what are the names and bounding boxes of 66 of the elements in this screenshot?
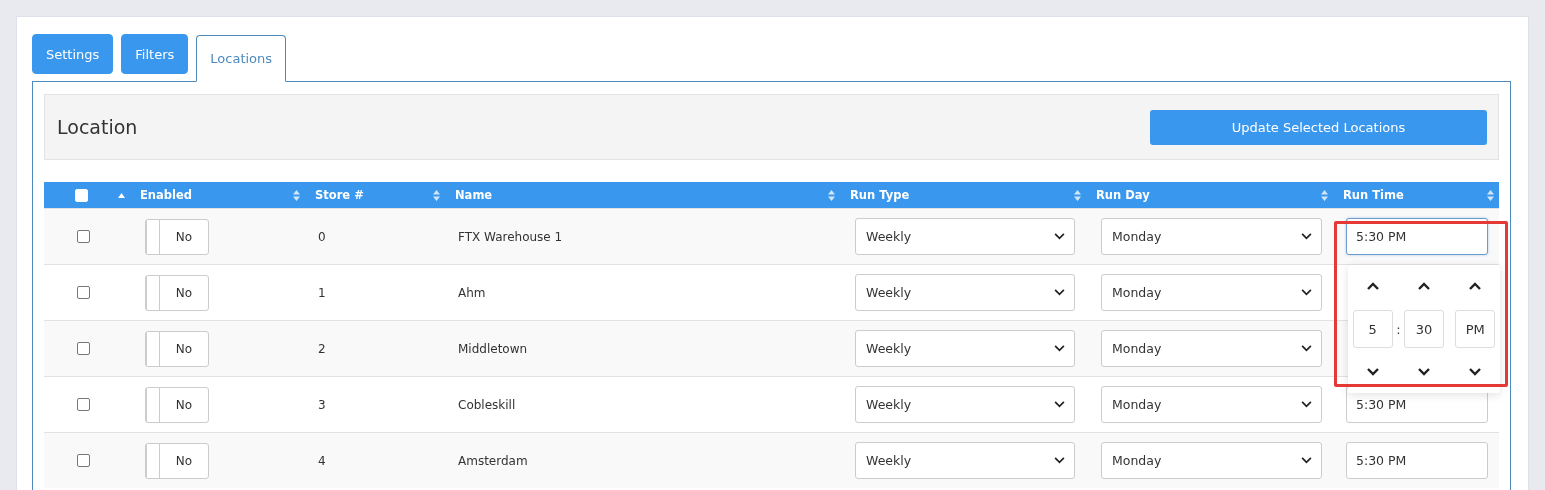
row-checkbox[interactable] <box>77 230 90 243</box>
enabled-toggle[interactable]: No <box>145 386 209 423</box>
table-cell: Ahm <box>458 285 486 300</box>
enabled-toggle[interactable]: No <box>145 218 209 255</box>
chevron-down-icon <box>1301 457 1312 464</box>
chevron-down-icon <box>1054 233 1065 240</box>
chevron-down-icon <box>1301 345 1312 352</box>
chevron-down-icon <box>1054 345 1065 352</box>
chevron-down-icon <box>1054 289 1065 296</box>
minute-field[interactable]: 30 <box>1404 310 1444 348</box>
chevron-down-icon <box>1301 233 1312 240</box>
sort-icon[interactable] <box>293 189 300 201</box>
table-cell: 3 <box>318 397 326 412</box>
chevron-up-icon <box>1366 282 1379 290</box>
time-separator: : <box>1396 321 1401 337</box>
enabled-toggle[interactable]: No <box>145 330 209 367</box>
table-cell: 2 <box>318 341 326 356</box>
row-checkbox[interactable] <box>77 342 90 355</box>
sort-icon[interactable] <box>828 189 835 201</box>
minute-up-button[interactable] <box>1416 280 1432 292</box>
dropdown-select[interactable]: Monday <box>1101 274 1322 311</box>
table-cell: Cobleskill <box>458 397 516 412</box>
sort-ascending-icon[interactable] <box>118 192 125 198</box>
dropdown-select[interactable]: Monday <box>1101 330 1322 367</box>
sort-icon[interactable] <box>1074 189 1081 201</box>
period-down-button[interactable] <box>1467 366 1484 378</box>
table-cell: 1 <box>318 285 326 300</box>
table-cell: 0 <box>318 229 326 244</box>
chevron-down-icon <box>1418 368 1430 376</box>
chevron-down-icon <box>1054 457 1065 464</box>
panel-title: Location <box>57 116 138 138</box>
period-toggle[interactable]: PM <box>1455 310 1496 348</box>
chevron-down-icon <box>1054 401 1065 408</box>
dropdown-select[interactable]: Weekly <box>855 274 1075 311</box>
time-field[interactable]: 5:30 PM <box>1346 442 1488 479</box>
sort-icon[interactable] <box>1321 189 1328 201</box>
table-cell: FTX Warehouse 1 <box>458 229 563 244</box>
row-checkbox[interactable] <box>77 398 90 411</box>
dropdown-select[interactable]: Weekly <box>855 330 1075 367</box>
hour-down-button[interactable] <box>1364 366 1381 378</box>
minute-down-button[interactable] <box>1416 366 1432 378</box>
chevron-up-icon <box>1469 282 1482 290</box>
select-all-checkbox[interactable] <box>75 188 88 202</box>
dropdown-select[interactable]: Monday <box>1101 218 1322 255</box>
table-cell: Middletown <box>458 341 528 356</box>
dropdown-select[interactable]: Weekly <box>855 442 1075 479</box>
enabled-toggle[interactable]: No <box>145 274 209 311</box>
table-cell: Amsterdam <box>458 453 528 468</box>
enabled-toggle[interactable]: No <box>145 442 209 479</box>
dropdown-select[interactable]: Monday <box>1101 442 1322 479</box>
dropdown-select[interactable]: Weekly <box>855 386 1075 423</box>
row-checkbox[interactable] <box>77 454 90 467</box>
hour-field[interactable]: 5 <box>1352 310 1393 348</box>
dropdown-select[interactable]: Monday <box>1101 386 1322 423</box>
time-field[interactable]: 5:30 PM <box>1346 218 1488 255</box>
sort-icon[interactable] <box>1487 189 1494 201</box>
table-cell: 4 <box>318 453 326 468</box>
tab[interactable]: Locations <box>196 35 287 82</box>
sort-icon[interactable] <box>433 189 440 201</box>
chevron-down-icon <box>1301 401 1312 408</box>
chevron-down-icon <box>1301 289 1312 296</box>
chevron-up-icon <box>1418 282 1430 290</box>
row-checkbox[interactable] <box>77 286 90 299</box>
chevron-down-icon <box>1366 368 1379 376</box>
chevron-down-icon <box>1469 368 1482 376</box>
dropdown-select[interactable]: Weekly <box>855 218 1075 255</box>
